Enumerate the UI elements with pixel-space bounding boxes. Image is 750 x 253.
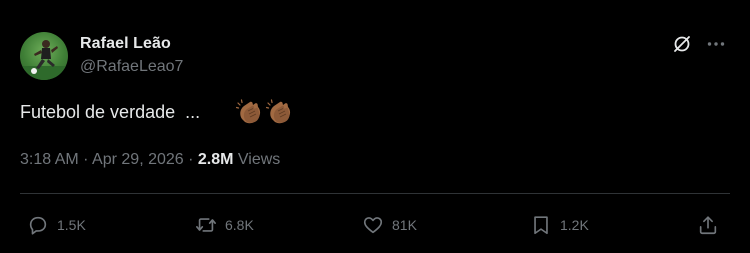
tweet-date[interactable]: Apr 29, 2026 <box>92 151 184 168</box>
share-button[interactable] <box>697 205 719 245</box>
bookmark-icon <box>534 216 548 235</box>
clapping-hands-icon <box>236 99 261 124</box>
bookmark-count: 1.2K <box>560 217 589 233</box>
author-name[interactable]: Rafael Leão <box>80 35 171 53</box>
tweet-emojis <box>236 99 294 127</box>
views-label[interactable]: Views <box>233 151 280 168</box>
divider <box>20 193 730 194</box>
tweet-text: Futebol de verdade ... <box>20 102 201 122</box>
reply-count: 1.5K <box>57 217 86 233</box>
avatar[interactable] <box>20 32 68 80</box>
share-icon <box>699 216 717 235</box>
like-button[interactable]: 81K <box>362 205 417 245</box>
tweet-time[interactable]: 3:18 AM <box>20 151 79 168</box>
heart-icon <box>363 217 383 234</box>
action-bar: 1.5K 6.8K 81K 1.2K <box>0 205 750 245</box>
reply-icon <box>29 216 47 235</box>
bookmark-button[interactable]: 1.2K <box>530 205 589 245</box>
meta-separator: · <box>78 151 93 168</box>
tweet-meta: 3:18 AM · Apr 29, 2026 · 2.8M Views <box>20 151 280 169</box>
tweet-card: Rafael Leão @RafaeLeao7 Futebol de verda… <box>0 0 750 253</box>
more-options-icon[interactable] <box>705 33 727 55</box>
clapping-hands-icon <box>266 99 291 124</box>
views-count[interactable]: 2.8M <box>198 151 234 168</box>
repost-count: 6.8K <box>225 217 254 233</box>
reply-button[interactable]: 1.5K <box>27 205 86 245</box>
grok-icon[interactable] <box>671 33 693 55</box>
like-count: 81K <box>392 217 417 233</box>
repost-icon <box>196 218 216 232</box>
meta-separator: · <box>183 151 198 168</box>
author-handle[interactable]: @RafaeLeao7 <box>80 58 183 76</box>
repost-button[interactable]: 6.8K <box>195 205 254 245</box>
